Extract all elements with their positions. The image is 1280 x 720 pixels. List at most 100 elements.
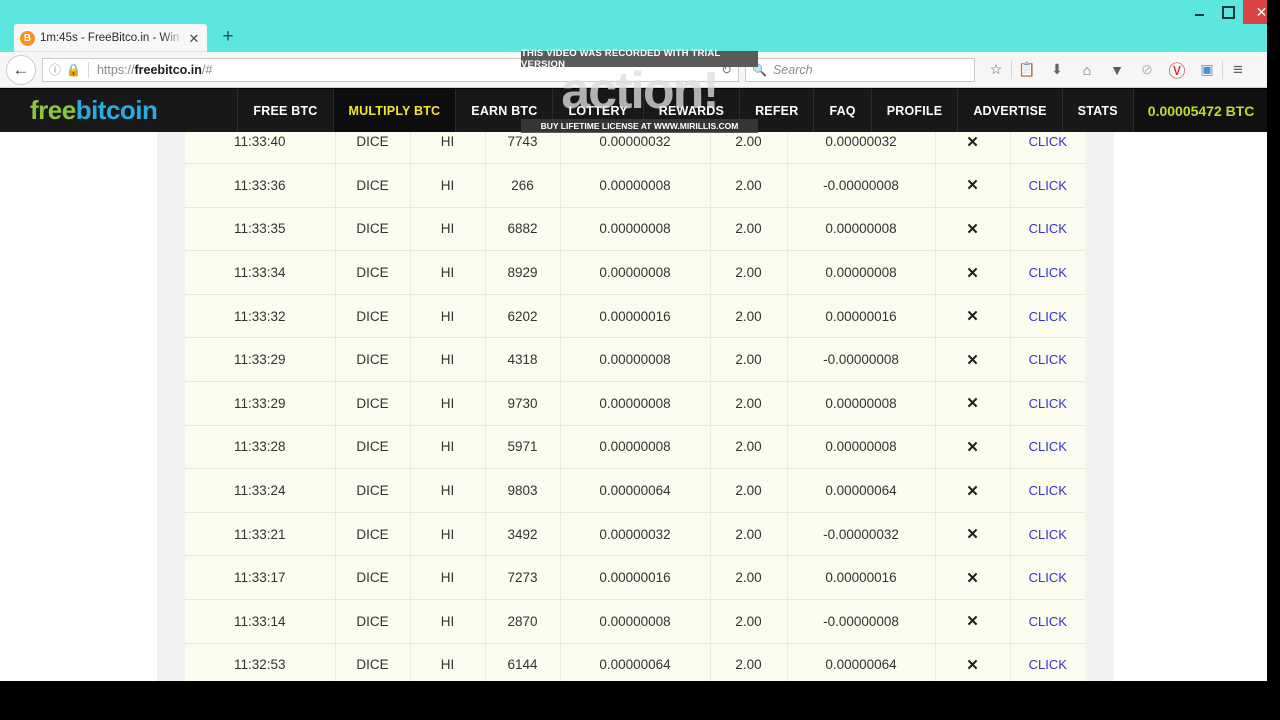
cell-bet: HI bbox=[410, 250, 486, 295]
reading-list-icon[interactable]: 📋 bbox=[1012, 56, 1042, 84]
cell-bet: HI bbox=[410, 555, 486, 601]
cell-roll: 7273 bbox=[485, 555, 561, 601]
cell-amount: 0.00000008 bbox=[560, 381, 711, 426]
close-x-icon[interactable]: ✕ bbox=[966, 308, 979, 325]
reload-icon[interactable]: ↻ bbox=[721, 62, 732, 78]
cell-action: ✕ bbox=[935, 250, 1011, 295]
close-x-icon[interactable]: ✕ bbox=[966, 395, 979, 412]
cell-game: DICE bbox=[335, 425, 411, 470]
click-link[interactable]: CLICK bbox=[1029, 352, 1067, 367]
cell-roll: 6202 bbox=[485, 294, 561, 339]
close-tab-icon[interactable]: ✕ bbox=[185, 32, 203, 45]
click-link[interactable]: CLICK bbox=[1029, 265, 1067, 280]
close-x-icon[interactable]: ✕ bbox=[966, 526, 979, 543]
close-x-icon[interactable]: ✕ bbox=[966, 570, 979, 587]
nav-item-multiply-btc[interactable]: MULTIPLY BTC bbox=[332, 89, 456, 132]
cell-amount: 0.00000064 bbox=[560, 643, 711, 681]
cell-amount: 0.00000064 bbox=[560, 468, 711, 513]
cell-game: DICE bbox=[335, 643, 411, 681]
click-link[interactable]: CLICK bbox=[1029, 527, 1067, 542]
cell-click: CLICK bbox=[1010, 294, 1085, 339]
browser-window: ✕ B 1m:45s - FreeBitco.in - Win f ✕ + ← … bbox=[0, 0, 1280, 720]
close-x-icon[interactable]: ✕ bbox=[966, 352, 979, 369]
address-bar[interactable]: ⓘ 🔒 https://freebitco.in/# ↻ bbox=[42, 57, 739, 82]
cell-multiplier: 2.00 bbox=[710, 163, 788, 208]
downloads-icon[interactable]: ⬇ bbox=[1042, 56, 1072, 84]
close-x-icon[interactable]: ✕ bbox=[966, 134, 979, 151]
click-link[interactable]: CLICK bbox=[1029, 614, 1067, 629]
cell-click: CLICK bbox=[1010, 163, 1085, 208]
close-x-icon[interactable]: ✕ bbox=[966, 265, 979, 282]
close-x-icon[interactable]: ✕ bbox=[966, 657, 979, 674]
url-domain: freebitco.in bbox=[134, 62, 202, 77]
balance-display[interactable]: 0.00005472 BTC bbox=[1132, 89, 1267, 132]
close-x-icon[interactable]: ✕ bbox=[966, 221, 979, 238]
site-logo[interactable]: freebitcoin bbox=[30, 95, 158, 126]
nav-item-refer[interactable]: REFER bbox=[739, 89, 813, 132]
click-link[interactable]: CLICK bbox=[1029, 483, 1067, 498]
close-x-icon[interactable]: ✕ bbox=[966, 613, 979, 630]
cell-action: ✕ bbox=[935, 599, 1011, 644]
cell-profit: -0.00000008 bbox=[787, 599, 936, 644]
nav-item-faq[interactable]: FAQ bbox=[813, 89, 870, 132]
home-icon[interactable]: ⌂ bbox=[1072, 56, 1102, 84]
cell-click: CLICK bbox=[1010, 381, 1085, 426]
cell-roll: 6144 bbox=[485, 643, 561, 681]
pocket-icon[interactable]: ▼ bbox=[1102, 56, 1132, 84]
new-tab-button[interactable]: + bbox=[216, 27, 240, 49]
site-navigation: freebitcoin FREE BTC MULTIPLY BTC EARN B… bbox=[0, 89, 1267, 132]
cell-game: DICE bbox=[335, 468, 411, 513]
back-arrow-icon[interactable]: ← bbox=[6, 54, 36, 85]
menu-icon[interactable]: ≡ bbox=[1223, 56, 1253, 84]
nav-item-earn-btc[interactable]: EARN BTC bbox=[455, 89, 552, 132]
cell-time: 11:33:32 bbox=[185, 294, 336, 339]
page-info-icon[interactable]: ⓘ bbox=[49, 61, 61, 78]
pinterest-icon[interactable]: Ⓥ bbox=[1162, 56, 1192, 84]
browser-tab[interactable]: B 1m:45s - FreeBitco.in - Win f ✕ bbox=[14, 24, 207, 52]
nav-item-profile[interactable]: PROFILE bbox=[870, 89, 958, 132]
cell-time: 11:33:34 bbox=[185, 250, 336, 295]
toolbar-icon-group: ☆ 📋 ⬇ ⌂ ▼ ⊘ Ⓥ ▣ ≡ bbox=[981, 56, 1253, 84]
close-x-icon[interactable]: ✕ bbox=[966, 483, 979, 500]
cell-click: CLICK bbox=[1010, 512, 1085, 557]
table-row: 11:33:34 DICE HI 8929 0.00000008 2.00 0.000000… bbox=[185, 250, 1085, 295]
close-x-icon[interactable]: ✕ bbox=[966, 177, 979, 194]
table-row: 11:33:21 DICE HI 3492 0.00000032 2.00 -0.00000… bbox=[185, 512, 1085, 557]
nav-item-advertise[interactable]: ADVERTISE bbox=[957, 89, 1061, 132]
cell-roll: 266 bbox=[485, 163, 561, 208]
maximize-button[interactable] bbox=[1214, 0, 1243, 24]
table-row: 11:33:35 DICE HI 6882 0.00000008 2.00 0.000000… bbox=[185, 207, 1085, 252]
letterbox-bottom bbox=[0, 681, 1280, 720]
click-link[interactable]: CLICK bbox=[1029, 396, 1067, 411]
close-x-icon[interactable]: ✕ bbox=[966, 439, 979, 456]
cell-roll: 2870 bbox=[485, 599, 561, 644]
bet-history-panel: 11:33:40 DICE HI 7743 0.00000032 2.00 0.000000… bbox=[157, 120, 1114, 681]
click-link[interactable]: CLICK bbox=[1029, 309, 1067, 324]
click-link[interactable]: CLICK bbox=[1029, 134, 1067, 149]
click-link[interactable]: CLICK bbox=[1029, 439, 1067, 454]
browser-search-box[interactable]: 🔍 Search bbox=[745, 57, 975, 82]
cell-multiplier: 2.00 bbox=[710, 599, 788, 644]
bookmark-star-icon[interactable]: ☆ bbox=[981, 56, 1011, 84]
extension-icon[interactable]: ▣ bbox=[1192, 56, 1222, 84]
nav-item-rewards[interactable]: REWARDS bbox=[642, 89, 739, 132]
cell-multiplier: 2.00 bbox=[710, 425, 788, 470]
adblock-icon[interactable]: ⊘ bbox=[1132, 56, 1162, 84]
window-controls: ✕ bbox=[1185, 0, 1280, 24]
cell-time: 11:33:24 bbox=[185, 468, 336, 513]
bet-history-table: 11:33:40 DICE HI 7743 0.00000032 2.00 0.000000… bbox=[185, 120, 1085, 681]
click-link[interactable]: CLICK bbox=[1029, 221, 1067, 236]
cell-click: CLICK bbox=[1010, 468, 1085, 513]
minimize-button[interactable] bbox=[1185, 0, 1214, 24]
cell-roll: 8929 bbox=[485, 250, 561, 295]
cell-profit: -0.00000008 bbox=[787, 163, 936, 208]
click-link[interactable]: CLICK bbox=[1029, 657, 1067, 672]
click-link[interactable]: CLICK bbox=[1029, 570, 1067, 585]
cell-click: CLICK bbox=[1010, 425, 1085, 470]
table-row: 11:33:14 DICE HI 2870 0.00000008 2.00 -0.00000… bbox=[185, 599, 1085, 644]
click-link[interactable]: CLICK bbox=[1029, 178, 1067, 193]
nav-item-free-btc[interactable]: FREE BTC bbox=[237, 89, 332, 132]
nav-item-stats[interactable]: STATS bbox=[1061, 89, 1133, 132]
search-icon: 🔍 bbox=[752, 62, 767, 77]
nav-item-lottery[interactable]: LOTTERY bbox=[552, 89, 642, 132]
